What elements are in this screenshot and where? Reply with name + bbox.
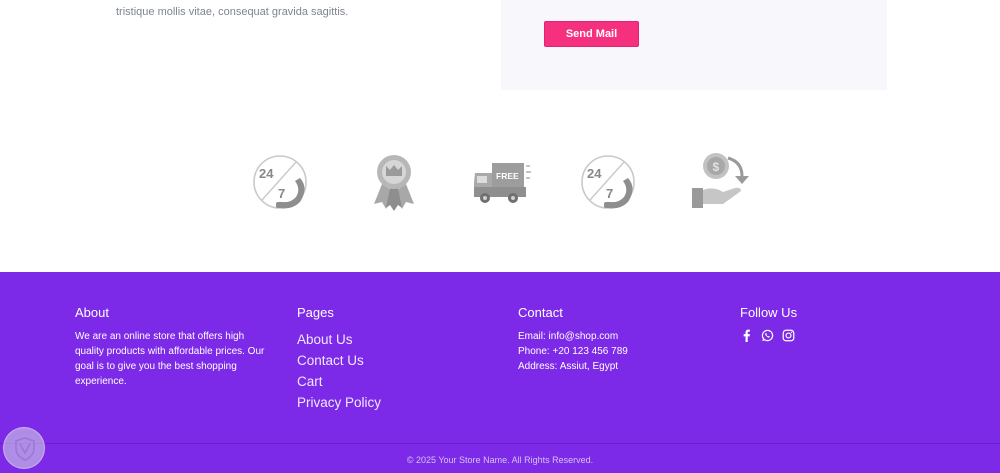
footer-about: About We are an online store that offers… [75,305,275,389]
footer-divider [0,443,1000,444]
intro-text: tristique mollis vitae, consequat gravid… [116,6,349,18]
footer-contact: Contact Email: info@shop.com Phone: +20 … [518,305,628,374]
free-delivery-truck-icon: FREE [470,148,534,214]
footer-link-privacy-policy[interactable]: Privacy Policy [297,392,381,413]
site-footer: About We are an online store that offers… [0,272,1000,473]
svg-text:$: $ [713,160,720,174]
svg-text:7: 7 [606,186,613,201]
contact-heading: Contact [518,305,563,320]
facebook-icon[interactable] [740,329,753,342]
about-text: We are an online store that offers high … [75,331,265,387]
footer-follow: Follow Us [740,305,797,342]
support-24-7-icon: 24 7 [576,148,640,214]
support-24-7-icon: 24 7 [248,148,312,214]
svg-text:FREE: FREE [496,171,519,181]
money-back-icon: $ [688,148,752,214]
send-mail-button[interactable]: Send Mail [544,21,639,47]
contact-form-panel: Send Mail [501,0,887,90]
whatsapp-icon[interactable] [761,329,774,342]
award-ribbon-icon [362,148,426,214]
contact-phone: Phone: +20 123 456 789 [518,346,628,357]
follow-heading: Follow Us [740,305,798,320]
features-strip: 24 7 FREE 24 7 $ [0,148,1000,218]
shield-logo-icon[interactable] [3,427,45,469]
social-links [740,329,797,342]
footer-pages: Pages About Us Contact Us Cart Privacy P… [297,305,381,413]
contact-address: Address: Assiut, Egypt [518,361,619,372]
svg-text:24: 24 [587,166,602,181]
svg-text:7: 7 [278,186,285,201]
footer-link-about-us[interactable]: About Us [297,329,381,350]
about-heading: About [75,305,109,320]
copyright-text: © 2025 Your Store Name. All Rights Reser… [406,455,594,465]
footer-link-cart[interactable]: Cart [297,371,381,392]
footer-link-contact-us[interactable]: Contact Us [297,350,381,371]
instagram-icon[interactable] [782,329,795,342]
svg-text:24: 24 [259,166,274,181]
contact-email: Email: info@shop.com [518,331,619,342]
pages-heading: Pages [297,305,334,320]
